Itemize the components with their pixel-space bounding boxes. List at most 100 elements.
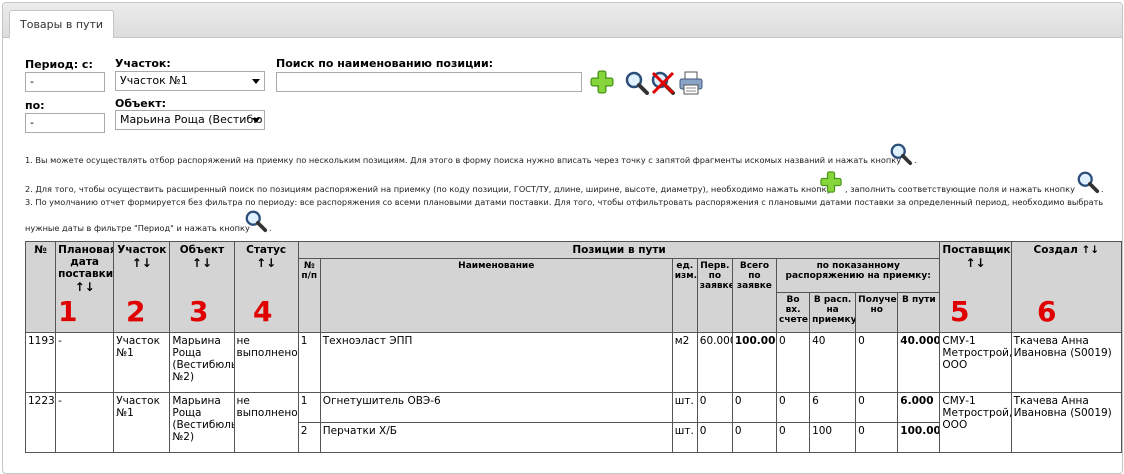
col-unit-label: ед. изм. <box>674 261 698 281</box>
tab-bar: Товары в пути <box>3 3 1122 38</box>
cell-received: 0 <box>855 332 899 393</box>
note-2-text: 2. Для того, чтобы осуществить расширенн… <box>25 184 832 194</box>
marker-1: 1 <box>58 295 78 328</box>
cell-site: Участок №1 <box>113 392 171 453</box>
col-total: Всего по заявке <box>731 258 777 333</box>
cell-site: Участок №1 <box>113 332 171 393</box>
col-positions: Позиции в пути <box>297 241 941 259</box>
cell-created: Ткачева Анна Ивановна (S0019) <box>1010 392 1123 453</box>
note-3: 3. По умолчанию отчет формируется без фи… <box>25 197 1103 207</box>
cell-order: 6 <box>809 392 857 423</box>
col-plan-date-label: Плановая дата поставки <box>58 244 114 280</box>
period-from-label: Период: с: <box>25 58 93 71</box>
note-1-end: . <box>914 155 917 165</box>
col-pos-no: № п/п <box>297 258 321 333</box>
col-by-order: по показанному распоряжению на приемку: <box>775 258 941 293</box>
object-select[interactable]: Марьина Роща (Вестибю <box>115 110 265 130</box>
period-to-label: по: <box>25 99 45 112</box>
col-created[interactable]: Создал ↑↓ <box>1010 241 1123 333</box>
search-label: Поиск по наименованию позиции: <box>276 57 494 70</box>
sort-arrows-icon[interactable]: ↑↓ <box>1081 244 1099 256</box>
note-2-end: . <box>1101 184 1104 194</box>
sort-arrows-icon[interactable]: ↑↓ <box>172 256 231 270</box>
cell-name: Техноэласт ЭПП <box>319 332 673 393</box>
sort-arrows-icon[interactable]: ↑↓ <box>942 256 1008 270</box>
cell-pos: 1 <box>297 392 321 423</box>
col-site-label: Участок <box>117 244 167 256</box>
cell-date: - <box>55 332 115 393</box>
marker-6: 6 <box>1037 295 1057 328</box>
table-row[interactable]: 1223 - Участок №1 Марьина Роща (Вестибюл… <box>24 392 1123 453</box>
col-received: Получе-но <box>855 292 899 333</box>
cell-total: 0 <box>731 392 777 423</box>
marker-2: 2 <box>126 295 146 328</box>
cell-first: 0 <box>696 392 733 423</box>
cell-transit: 100.000 <box>897 422 941 453</box>
cell-first: 0 <box>696 422 733 453</box>
search-icon[interactable] <box>624 70 650 96</box>
cell-object: Марьина Роща (Вестибюль №2) <box>169 332 235 393</box>
cell-supplier: СМУ-1 Метрострой, ООО <box>939 332 1012 393</box>
note-3-text: 3. По умолчанию отчет формируется без фи… <box>25 197 1104 207</box>
col-in-order: В расп. на приемку <box>809 292 857 333</box>
period-to-input[interactable]: - <box>25 113 105 133</box>
search-icon[interactable] <box>889 142 913 166</box>
search-input[interactable] <box>276 72 582 92</box>
cell-no: 1223 <box>24 392 57 453</box>
search-icon[interactable] <box>1076 170 1100 194</box>
col-no-label: № <box>34 244 47 256</box>
note-1-text: 1. Вы можете осуществлять отбор распоряж… <box>25 155 902 165</box>
site-select-value: Участок №1 <box>120 74 188 87</box>
col-name-label: Наименование <box>458 261 535 271</box>
plus-icon[interactable] <box>819 170 843 194</box>
cell-status: не выполнено <box>233 332 299 393</box>
cell-first: 60.000 <box>696 332 733 393</box>
cell-pos: 1 <box>297 332 321 393</box>
clear-icon[interactable] <box>650 70 676 96</box>
marker-3: 3 <box>189 295 209 328</box>
cell-name: Огнетушитель ОВЭ-6 <box>319 392 673 423</box>
col-in-invoice: Во вх. счете <box>775 292 811 333</box>
goods-in-transit-table: № Плановая дата поставки ↑↓ Участок ↑↓ Объ… <box>24 241 1123 453</box>
cell-name: Перчатки Х/Б <box>319 422 673 453</box>
marker-4: 4 <box>253 295 273 328</box>
cell-pos: 2 <box>297 422 321 453</box>
col-first: Перв. по заявке <box>696 258 733 333</box>
print-icon[interactable] <box>678 70 704 96</box>
cell-order: 40 <box>809 332 857 393</box>
note-2: 2. Для того, чтобы осуществить расширенн… <box>25 184 831 194</box>
site-label: Участок: <box>115 57 171 70</box>
plus-icon[interactable] <box>589 69 615 95</box>
col-in-transit: В пути <box>897 292 941 333</box>
marker-5: 5 <box>950 295 970 328</box>
col-unit: ед. изм. <box>671 258 698 333</box>
sort-arrows-icon[interactable]: ↑↓ <box>116 256 167 270</box>
cell-unit: шт. <box>671 422 698 453</box>
cell-transit: 6.000 <box>897 392 941 423</box>
sort-arrows-icon[interactable]: ↑↓ <box>237 256 296 270</box>
site-select[interactable]: Участок №1 <box>115 71 265 91</box>
cell-order: 100 <box>809 422 857 453</box>
cell-invoice: 0 <box>775 422 811 453</box>
cell-received: 0 <box>855 392 899 423</box>
chevron-down-icon <box>252 118 260 123</box>
col-total-label: Всего по заявке <box>736 261 772 291</box>
chevron-down-icon <box>252 79 260 84</box>
search-icon[interactable] <box>244 209 268 233</box>
col-status-label: Статус <box>246 244 287 256</box>
col-no: № <box>24 241 57 333</box>
sort-arrows-icon[interactable]: ↑↓ <box>58 280 111 294</box>
cell-unit: шт. <box>671 392 698 423</box>
period-from-input[interactable]: - <box>25 72 105 92</box>
col-in-order-label: В расп. на приемку <box>812 295 856 325</box>
col-object-label: Объект <box>179 244 225 256</box>
tab-goods-in-transit[interactable]: Товары в пути <box>9 10 115 38</box>
col-first-label: Перв. по заявке <box>699 261 733 291</box>
cell-status: не выполнено <box>233 392 299 453</box>
table-row[interactable]: 1193 - Участок №1 Марьина Роща (Вестибюл… <box>24 332 1123 393</box>
cell-invoice: 0 <box>775 332 811 393</box>
col-created-label: Создал <box>1033 244 1078 256</box>
note-2-cont: , заполнить соответствующие поля и нажат… <box>845 184 1075 194</box>
cell-total: 0 <box>731 422 777 453</box>
cell-total: 100.000 <box>731 332 777 393</box>
